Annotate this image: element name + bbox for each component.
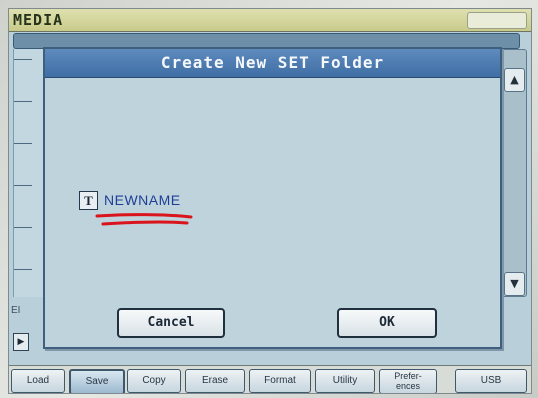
list-row-line (14, 101, 32, 102)
list-row-line (14, 143, 32, 144)
list-row-line (14, 227, 32, 228)
folder-name-value: NEWNAME (104, 192, 181, 208)
scroll-up-button[interactable]: ▲ (504, 68, 525, 92)
red-underline-annotation (95, 213, 193, 226)
tab-utility[interactable]: Utility (315, 369, 375, 393)
side-label: EI (11, 305, 21, 316)
scroll-down-button[interactable]: ▼ (504, 272, 525, 296)
tab-label: Format (264, 375, 296, 386)
bottom-tab-bar: Load Save Copy Erase Format Utility Pref… (9, 365, 531, 393)
list-row-line (14, 185, 32, 186)
tab-label: Load (26, 375, 50, 386)
tab-format[interactable]: Format (249, 369, 311, 393)
touch-screen: MEDIA ▲ ▼ EI ▶ Create New SET Folder T N… (8, 8, 532, 394)
list-row-line (14, 269, 32, 270)
tab-copy[interactable]: Copy (127, 369, 181, 393)
cancel-button[interactable]: Cancel (117, 308, 225, 338)
dialog-title: Create New SET Folder (45, 49, 500, 78)
list-row-line (14, 59, 32, 60)
tab-save[interactable]: Save (69, 369, 125, 393)
text-edit-icon[interactable]: T (79, 190, 98, 210)
tab-load[interactable]: Load (11, 369, 65, 393)
folder-name-field[interactable]: T NEWNAME (79, 189, 181, 211)
tab-label: Erase (201, 375, 229, 386)
page-header: MEDIA (9, 9, 531, 32)
page-title: MEDIA (13, 11, 64, 29)
create-folder-dialog: Create New SET Folder T NEWNAME Cancel O… (43, 47, 502, 349)
ok-button[interactable]: OK (337, 308, 437, 338)
header-menu-button[interactable] (467, 12, 527, 29)
tab-erase[interactable]: Erase (185, 369, 245, 393)
tab-label: USB (480, 375, 502, 386)
tab-label: Copy (142, 375, 166, 386)
list-scrollbar[interactable]: ▲ ▼ (501, 49, 527, 297)
tab-usb[interactable]: USB (455, 369, 527, 393)
tab-label: Utility (332, 375, 358, 386)
tab-label: Save (85, 376, 109, 387)
play-button[interactable]: ▶ (13, 333, 29, 351)
tab-preferences[interactable]: Prefer- ences (379, 369, 437, 393)
tab-label: Prefer- ences (394, 371, 422, 391)
